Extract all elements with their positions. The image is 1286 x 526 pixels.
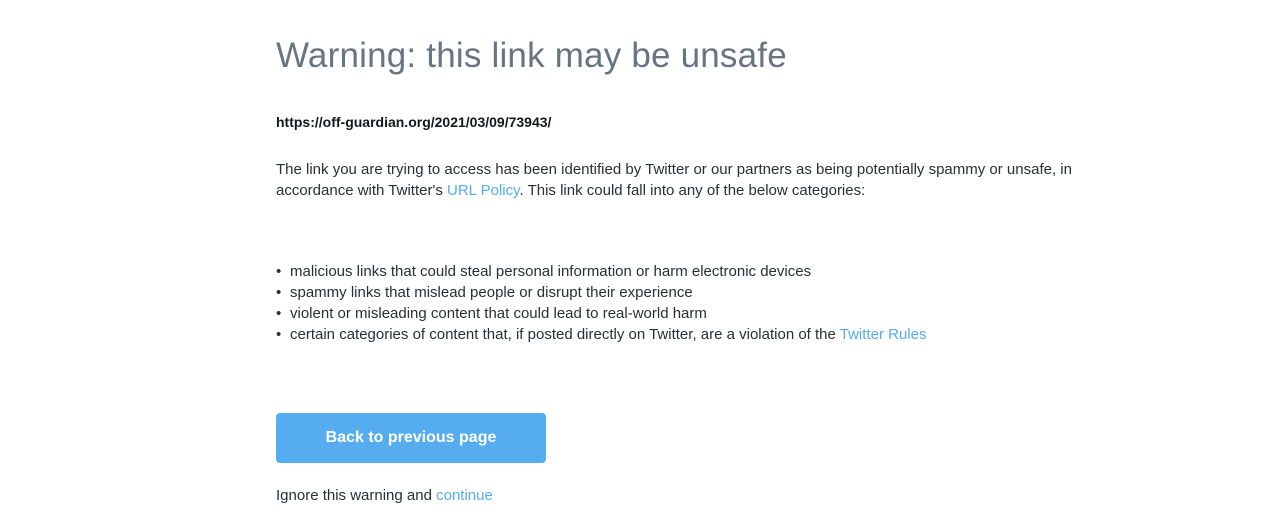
continue-link[interactable]: continue [436, 487, 493, 504]
category-text: certain categories of content that, if p… [290, 326, 840, 343]
ignore-text: Ignore this warning and [276, 487, 437, 504]
category-text: spammy links that mislead people or disr… [290, 284, 693, 301]
list-item: violent or misleading content that could… [276, 303, 1116, 324]
ignore-warning-line: Ignore this warning and continue [276, 487, 493, 504]
category-list: malicious links that could steal persona… [276, 261, 1116, 345]
category-text: malicious links that could steal persona… [290, 263, 812, 280]
twitter-rules-link[interactable]: Twitter Rules [840, 326, 927, 343]
page-title: Warning: this link may be unsafe [276, 36, 787, 75]
description-text-part2: . This link could fall into any of the b… [519, 182, 866, 199]
blocked-url: https://off-guardian.org/2021/03/09/7394… [276, 114, 552, 130]
url-policy-link[interactable]: URL Policy [447, 182, 520, 199]
list-item: malicious links that could steal persona… [276, 261, 1116, 282]
list-item: certain categories of content that, if p… [276, 324, 1116, 345]
category-text: violent or misleading content that could… [290, 305, 707, 322]
back-to-previous-page-button[interactable]: Back to previous page [276, 413, 546, 463]
warning-description: The link you are trying to access has be… [276, 159, 1116, 201]
list-item: spammy links that mislead people or disr… [276, 282, 1116, 303]
